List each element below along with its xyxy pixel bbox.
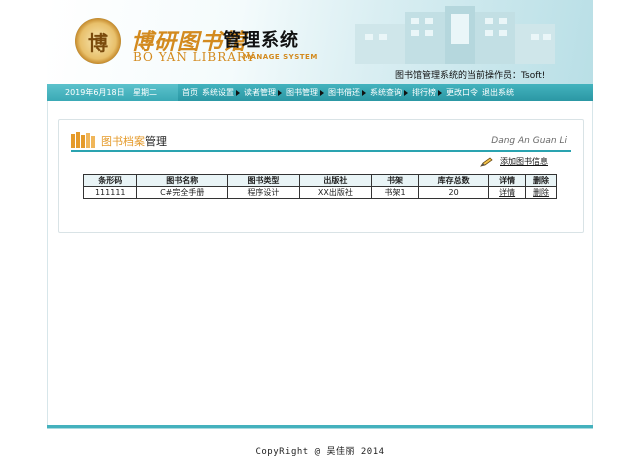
book-table: 条形码 图书名称 图书类型 出版社 书架 库存总数 详情 删除 111111 C#完全手册 程序设… bbox=[82, 174, 557, 199]
nav-arrow-icon bbox=[362, 89, 366, 96]
nav-item-label: 系统设置 bbox=[202, 88, 234, 97]
table-cell: 111111 bbox=[82, 186, 138, 199]
nav-item-label: 更改口令 bbox=[446, 88, 478, 97]
table-row: 111111 C#完全手册 程序设计 XX出版社 书架1 20 详情 删除 bbox=[82, 186, 557, 199]
nav-weekday: 星期二 bbox=[133, 88, 157, 97]
nav-item[interactable]: 退出系统 bbox=[482, 87, 514, 98]
nav-item-label: 首页 bbox=[182, 88, 198, 97]
table-body: 111111 C#完全手册 程序设计 XX出版社 书架1 20 详情 删除 bbox=[82, 186, 557, 199]
add-book-link[interactable]: 添加图书信息 bbox=[480, 156, 548, 167]
panel-header: 图书档案管理 Dang An Guan Li bbox=[71, 130, 571, 152]
page-frame: 博 博研图书馆 管理系统 BO YAN LIBRARY MANAGE SYSTE… bbox=[47, 0, 593, 472]
nav-item-label: 读者管理 bbox=[244, 88, 276, 97]
main-content: 图书档案管理 Dang An Guan Li 添加图书信息 条形码 图书名称 图… bbox=[47, 101, 593, 425]
nav-item[interactable]: 读者管理 bbox=[244, 87, 282, 98]
nav-arrow-icon bbox=[404, 89, 408, 96]
nav-item[interactable]: 图书管理 bbox=[286, 87, 324, 98]
table-header-cell: 详情 bbox=[488, 174, 527, 187]
panel-title-highlight: 图书档案 bbox=[101, 135, 145, 148]
logo-seal-char: 博 bbox=[88, 30, 108, 55]
nav-item[interactable]: 系统查询 bbox=[370, 87, 408, 98]
current-operator-text: 图书馆管理系统的当前操作员：Tsoft! bbox=[395, 71, 546, 81]
nav-item[interactable]: 图书借还 bbox=[328, 87, 366, 98]
nav-arrow-icon bbox=[278, 89, 282, 96]
table-header-cell: 图书名称 bbox=[136, 174, 228, 187]
table-header-cell: 出版社 bbox=[298, 174, 372, 187]
table-header-cell: 删除 bbox=[525, 174, 557, 187]
nav-item[interactable]: 系统设置 bbox=[202, 87, 240, 98]
table-header-cell: 条形码 bbox=[82, 174, 138, 187]
table-cell: 书架1 bbox=[370, 186, 420, 199]
nav-item-label: 排行榜 bbox=[412, 88, 436, 97]
logo-english-subtitle: MANAGE SYSTEM bbox=[243, 53, 318, 61]
table-header-cell: 书架 bbox=[370, 174, 420, 187]
footer-divider-light bbox=[47, 428, 593, 429]
nav-item-label: 图书管理 bbox=[286, 88, 318, 97]
panel-title: 图书档案管理 bbox=[101, 133, 167, 149]
table-header-row: 条形码 图书名称 图书类型 出版社 书架 库存总数 详情 删除 bbox=[82, 174, 557, 187]
table-header-cell: 图书类型 bbox=[226, 174, 300, 187]
nav-item[interactable]: 首页 bbox=[182, 87, 198, 98]
nav-arrow-icon bbox=[438, 89, 442, 96]
nav-item[interactable]: 排行榜 bbox=[412, 87, 442, 98]
pencil-icon bbox=[480, 156, 493, 167]
nav-item-label: 退出系统 bbox=[482, 88, 514, 97]
nav-item-label: 图书借还 bbox=[328, 88, 360, 97]
library-seal-logo: 博 bbox=[75, 18, 121, 64]
logo-system-name: 管理系统 bbox=[223, 30, 299, 51]
add-book-link-label: 添加图书信息 bbox=[500, 157, 548, 166]
nav-menu: 首页 系统设置 读者管理 图书管理 图书借还 系统查询 排行榜 更改口令 退出系统 bbox=[178, 84, 593, 101]
nav-item[interactable]: 更改口令 bbox=[446, 87, 478, 98]
nav-arrow-icon bbox=[236, 89, 240, 96]
delete-link[interactable]: 删除 bbox=[525, 186, 557, 199]
table-cell: C#完全手册 bbox=[136, 186, 228, 199]
header-banner: 博 博研图书馆 管理系统 BO YAN LIBRARY MANAGE SYSTE… bbox=[47, 0, 593, 84]
panel-title-pinyin: Dang An Guan Li bbox=[491, 136, 567, 146]
copyright-text: CopyRight @ 吴佳丽 2014 bbox=[255, 447, 385, 457]
library-building-graphic bbox=[355, 6, 555, 64]
table-cell: 20 bbox=[418, 186, 490, 199]
table-cell: 程序设计 bbox=[226, 186, 300, 199]
book-archive-panel: 图书档案管理 Dang An Guan Li 添加图书信息 条形码 图书名称 图… bbox=[58, 119, 584, 233]
nav-bar: 2019年6月18日 星期二 首页 系统设置 读者管理 图书管理 图书借还 系统查询 排行榜… bbox=[47, 84, 593, 101]
detail-link[interactable]: 详情 bbox=[488, 186, 527, 199]
table-cell: XX出版社 bbox=[298, 186, 372, 199]
nav-arrow-icon bbox=[320, 89, 324, 96]
panel-header-divider bbox=[71, 150, 571, 152]
panel-title-rest: 管理 bbox=[145, 135, 167, 148]
books-icon bbox=[71, 132, 95, 148]
nav-item-label: 系统查询 bbox=[370, 88, 402, 97]
table-header-cell: 库存总数 bbox=[418, 174, 490, 187]
logo-english-name: BO YAN LIBRARY bbox=[133, 50, 256, 64]
nav-date: 2019年6月18日 bbox=[65, 88, 125, 97]
